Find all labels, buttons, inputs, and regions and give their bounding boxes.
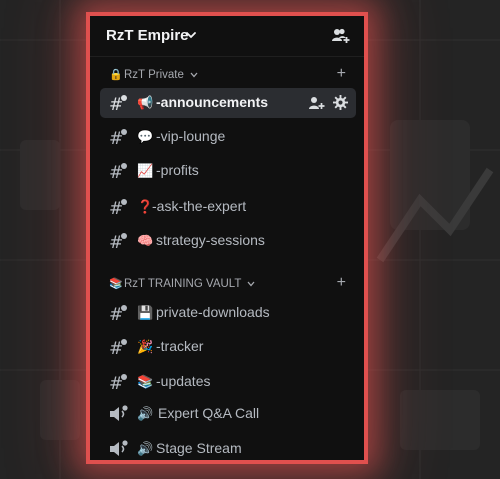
channel-profits[interactable]: # 📈 -profits <box>100 156 356 186</box>
channel-name: -updates <box>156 373 211 389</box>
lock-icon: 🔒 <box>109 69 123 81</box>
category-label: RzT Private <box>124 69 198 81</box>
speaker-icon: 🔊 <box>137 441 154 456</box>
channel-sidebar: RzT Empire 🔒 RzT Private + # 📢 -announce… <box>86 12 368 464</box>
speech-bubble-icon: 💬 <box>137 129 154 144</box>
channel-private-downloads[interactable]: # 💾 private-downloads <box>100 298 356 328</box>
channel-name: Stage Stream <box>156 440 242 456</box>
channel-strategy-sessions[interactable]: # 🧠 strategy-sessions <box>100 226 356 256</box>
text-channel-icon: # <box>109 95 127 113</box>
invite-icon[interactable] <box>308 96 325 110</box>
books-icon: 📚 <box>109 278 123 290</box>
chart-increasing-icon: 📈 <box>137 163 154 178</box>
text-channel-icon: # <box>109 374 127 392</box>
megaphone-icon: 📢 <box>137 95 154 110</box>
server-name[interactable]: RzT Empire <box>106 27 189 44</box>
brain-icon: 🧠 <box>137 233 154 248</box>
category-label: RzT TRAINING VAULT <box>124 278 255 290</box>
text-channel-icon: # <box>109 163 127 181</box>
channel-name: Expert Q&A Call <box>158 405 260 421</box>
channel-name: private-downloads <box>156 304 270 320</box>
text-channel-icon: # <box>109 305 127 323</box>
text-channel-icon: # <box>109 339 127 357</box>
channel-name: -ask-the-expert <box>152 198 247 214</box>
text-channel-icon: # <box>109 129 127 147</box>
create-channel-icon[interactable]: + <box>337 65 346 83</box>
voice-channel-icon <box>110 405 128 421</box>
books-icon: 📚 <box>137 374 154 389</box>
channel-updates[interactable]: # 📚 -updates <box>100 367 356 397</box>
category-rzt-training-vault[interactable]: 📚 RzT TRAINING VAULT + <box>90 274 364 296</box>
server-header[interactable]: RzT Empire <box>90 16 364 57</box>
channel-tracker[interactable]: # 🎉 -tracker <box>100 332 356 362</box>
question-mark-icon: ❓ <box>137 199 154 214</box>
channel-name: -profits <box>156 162 199 178</box>
chevron-down-icon <box>247 281 255 287</box>
gear-icon[interactable] <box>333 95 348 110</box>
text-channel-icon: # <box>109 199 127 217</box>
voice-channel-icon <box>110 440 128 456</box>
channel-actions <box>308 95 348 115</box>
text-channel-icon: # <box>109 233 127 251</box>
chevron-down-icon[interactable] <box>186 31 196 39</box>
channel-name: -tracker <box>156 338 204 354</box>
channel-ask-the-expert[interactable]: # ❓ -ask-the-expert <box>100 192 356 222</box>
floppy-disk-icon: 💾 <box>137 305 154 320</box>
channel-stage-stream[interactable]: 🔊 Stage Stream <box>100 434 356 460</box>
speaker-icon: 🔊 <box>137 406 154 421</box>
channel-name: strategy-sessions <box>156 232 265 248</box>
create-channel-icon[interactable]: + <box>337 274 346 292</box>
chevron-down-icon <box>190 72 198 78</box>
channel-name: -announcements <box>156 94 269 110</box>
channel-announcements[interactable]: # 📢 -announcements <box>100 88 356 118</box>
category-rzt-private[interactable]: 🔒 RzT Private + <box>90 65 364 87</box>
channel-expert-qa-call[interactable]: 🔊 Expert Q&A Call <box>100 399 356 429</box>
channel-name: -vip-lounge <box>156 128 226 144</box>
channel-vip-lounge[interactable]: # 💬 -vip-lounge <box>100 122 356 152</box>
invite-people-icon[interactable] <box>332 28 350 44</box>
party-popper-icon: 🎉 <box>137 339 154 354</box>
